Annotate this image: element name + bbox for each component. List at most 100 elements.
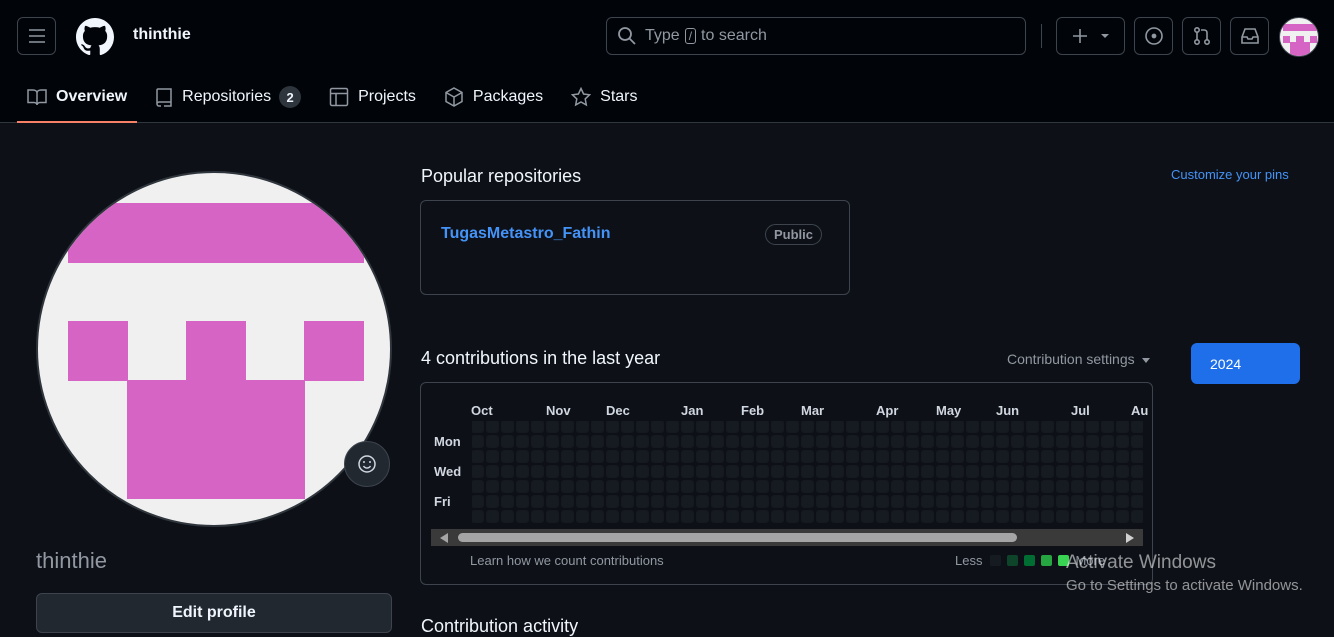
contribution-day-cell[interactable]	[621, 495, 634, 508]
contribution-day-cell[interactable]	[486, 510, 499, 523]
contribution-day-cell[interactable]	[1116, 480, 1129, 493]
tab-stars[interactable]: Stars	[561, 72, 647, 122]
contribution-day-cell[interactable]	[621, 510, 634, 523]
contribution-day-cell[interactable]	[651, 421, 664, 433]
contribution-day-cell[interactable]	[996, 465, 1009, 478]
contribution-day-cell[interactable]	[1086, 480, 1099, 493]
contribution-day-cell[interactable]	[711, 495, 724, 508]
contribution-day-cell[interactable]	[621, 435, 634, 448]
contribution-day-cell[interactable]	[681, 465, 694, 478]
contribution-day-cell[interactable]	[966, 480, 979, 493]
contribution-day-cell[interactable]	[921, 510, 934, 523]
contribution-day-cell[interactable]	[711, 450, 724, 463]
contribution-day-cell[interactable]	[636, 465, 649, 478]
contribution-day-cell[interactable]	[681, 510, 694, 523]
contribution-day-cell[interactable]	[516, 510, 529, 523]
repo-name-link[interactable]: TugasMetastro_Fathin	[441, 225, 611, 243]
github-logo[interactable]	[76, 18, 114, 56]
contribution-day-cell[interactable]	[921, 495, 934, 508]
contribution-day-cell[interactable]	[1056, 465, 1069, 478]
contribution-day-cell[interactable]	[606, 495, 619, 508]
contribution-day-cell[interactable]	[756, 465, 769, 478]
contribution-day-cell[interactable]	[1011, 421, 1024, 433]
contribution-day-cell[interactable]	[696, 480, 709, 493]
contribution-day-cell[interactable]	[1056, 495, 1069, 508]
contribution-day-cell[interactable]	[771, 510, 784, 523]
contribution-day-cell[interactable]	[666, 480, 679, 493]
contribution-day-cell[interactable]	[771, 465, 784, 478]
contribution-day-cell[interactable]	[1056, 480, 1069, 493]
contribution-day-cell[interactable]	[546, 450, 559, 463]
contribution-day-cell[interactable]	[576, 495, 589, 508]
contribution-day-cell[interactable]	[711, 421, 724, 433]
contribution-day-cell[interactable]	[906, 480, 919, 493]
contribution-day-cell[interactable]	[996, 450, 1009, 463]
contribution-day-cell[interactable]	[486, 421, 499, 433]
contribution-day-cell[interactable]	[1086, 465, 1099, 478]
contribution-day-cell[interactable]	[606, 465, 619, 478]
contribution-day-cell[interactable]	[726, 421, 739, 433]
contribution-day-cell[interactable]	[861, 435, 874, 448]
contribution-day-cell[interactable]	[1086, 495, 1099, 508]
contribution-day-cell[interactable]	[816, 421, 829, 433]
contribution-day-cell[interactable]	[606, 421, 619, 433]
contribution-day-cell[interactable]	[561, 421, 574, 433]
contribution-day-cell[interactable]	[666, 495, 679, 508]
contribution-day-cell[interactable]	[651, 450, 664, 463]
contribution-day-cell[interactable]	[1026, 510, 1039, 523]
contribution-day-cell[interactable]	[801, 480, 814, 493]
contribution-day-cell[interactable]	[621, 480, 634, 493]
contribution-day-cell[interactable]	[936, 450, 949, 463]
contribution-day-cell[interactable]	[981, 495, 994, 508]
contribution-day-cell[interactable]	[906, 495, 919, 508]
contribution-day-cell[interactable]	[651, 480, 664, 493]
contribution-day-cell[interactable]	[981, 435, 994, 448]
contribution-day-cell[interactable]	[486, 480, 499, 493]
user-avatar-button[interactable]	[1279, 17, 1319, 57]
contribution-day-cell[interactable]	[516, 465, 529, 478]
contribution-day-cell[interactable]	[576, 435, 589, 448]
contribution-day-cell[interactable]	[1086, 435, 1099, 448]
context-username[interactable]: thinthie	[133, 26, 191, 44]
contribution-day-cell[interactable]	[801, 421, 814, 433]
contribution-day-cell[interactable]	[591, 450, 604, 463]
contribution-day-cell[interactable]	[696, 495, 709, 508]
contribution-day-cell[interactable]	[951, 435, 964, 448]
contribution-day-cell[interactable]	[876, 495, 889, 508]
contribution-day-cell[interactable]	[1041, 510, 1054, 523]
contribution-day-cell[interactable]	[501, 465, 514, 478]
contribution-day-cell[interactable]	[816, 495, 829, 508]
contribution-day-cell[interactable]	[1071, 421, 1084, 433]
contribution-day-cell[interactable]	[561, 465, 574, 478]
contribution-day-cell[interactable]	[1071, 465, 1084, 478]
contribution-day-cell[interactable]	[741, 421, 754, 433]
contribution-day-cell[interactable]	[831, 435, 844, 448]
contribution-day-cell[interactable]	[1041, 465, 1054, 478]
contribution-day-cell[interactable]	[756, 435, 769, 448]
contribution-day-cell[interactable]	[1011, 465, 1024, 478]
contribution-day-cell[interactable]	[951, 480, 964, 493]
contribution-day-cell[interactable]	[891, 495, 904, 508]
contribution-day-cell[interactable]	[1056, 421, 1069, 433]
contribution-day-cell[interactable]	[561, 450, 574, 463]
contribution-day-cell[interactable]	[1041, 495, 1054, 508]
contribution-day-cell[interactable]	[1086, 450, 1099, 463]
contribution-day-cell[interactable]	[816, 510, 829, 523]
contribution-day-cell[interactable]	[741, 495, 754, 508]
contribution-day-cell[interactable]	[501, 435, 514, 448]
contribution-day-cell[interactable]	[1101, 465, 1114, 478]
contribution-day-cell[interactable]	[846, 495, 859, 508]
contribution-day-cell[interactable]	[1131, 435, 1143, 448]
tab-overview[interactable]: Overview	[17, 72, 138, 123]
contribution-day-cell[interactable]	[651, 435, 664, 448]
search-input[interactable]: Type / to search	[606, 17, 1026, 55]
scroll-left-arrow[interactable]	[440, 533, 448, 543]
contribution-day-cell[interactable]	[501, 450, 514, 463]
contribution-day-cell[interactable]	[1131, 421, 1143, 433]
contribution-day-cell[interactable]	[951, 421, 964, 433]
contribution-day-cell[interactable]	[861, 480, 874, 493]
contribution-day-cell[interactable]	[936, 421, 949, 433]
contribution-day-cell[interactable]	[591, 421, 604, 433]
contribution-day-cell[interactable]	[1011, 510, 1024, 523]
contribution-day-cell[interactable]	[876, 421, 889, 433]
